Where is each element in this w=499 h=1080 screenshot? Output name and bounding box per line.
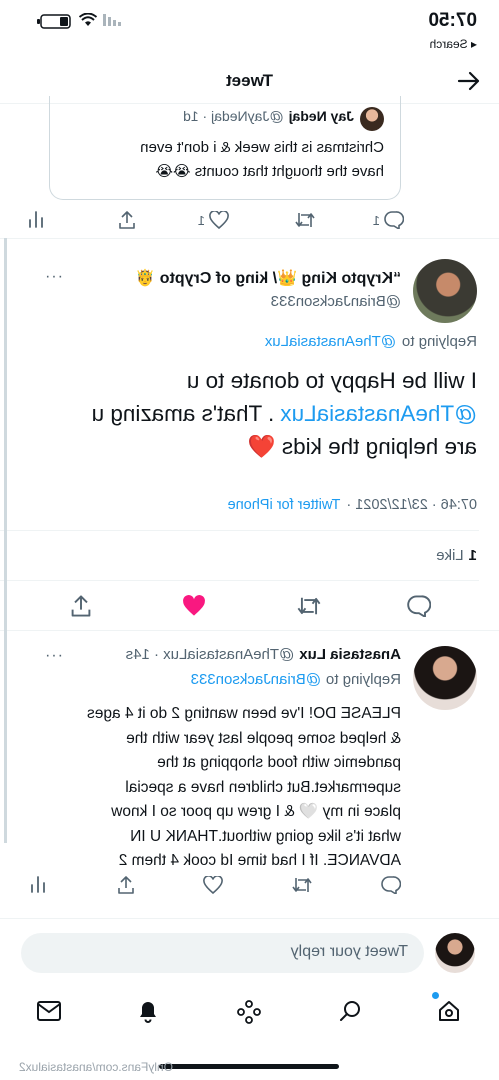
likes-label: Like: [436, 547, 464, 564]
reply-text-line: ADVANCE. If I had time Id cook 4 them 2: [118, 852, 401, 869]
reply-action[interactable]: [381, 876, 401, 894]
reply-count: 1: [372, 212, 380, 228]
reply-icon: [384, 211, 404, 229]
like-action[interactable]: [203, 876, 223, 894]
reply-author-handle: @TheAnastasiaLux · 14s: [125, 646, 295, 663]
reply-text-line: & helped some people last year with the: [126, 729, 401, 747]
retweet-icon: [294, 211, 316, 229]
heart-outline-icon: [209, 211, 229, 229]
like-action-active[interactable]: [182, 595, 206, 617]
retweet-action[interactable]: [296, 595, 322, 617]
avatar: [413, 646, 477, 710]
reply-tweet-text: PLEASE DO! I've been wanting 2 do it 4 a…: [11, 702, 401, 874]
spaces-icon[interactable]: [236, 999, 262, 1025]
battery-icon: [35, 14, 71, 29]
share-action[interactable]: [117, 875, 135, 895]
reply-icon: [381, 876, 401, 894]
reply-action[interactable]: 1: [373, 211, 404, 229]
author-name: “Krypto King 👑/ king of Crypto 🤴: [135, 270, 401, 287]
divider: [0, 630, 499, 631]
tweet-text-line-3: are helping the kids ❤️: [247, 434, 477, 459]
like-action[interactable]: 1: [198, 211, 229, 229]
back-to-search-link[interactable]: ◂ Search: [430, 37, 477, 51]
notifications-bell-icon[interactable]: [136, 998, 160, 1024]
page-title: Tweet: [226, 71, 273, 90]
divider: [0, 530, 479, 531]
divider: [0, 238, 499, 239]
avatar: [413, 259, 477, 323]
tweet-text-line-2: . That's amazing u: [91, 401, 275, 426]
watermark: OnlyFans.com/anastasialux2: [18, 1060, 173, 1074]
reply-text-line: place in my 🤍 & I grew up poor so I know: [111, 803, 401, 820]
reply-icon: [407, 595, 431, 617]
reply-author-name: Anastasia Lux: [299, 646, 401, 663]
avatar: [360, 107, 384, 131]
replying-to-link[interactable]: @TheAnastasiaLux: [265, 333, 396, 350]
more-options-icon[interactable]: ···: [44, 647, 63, 665]
retweet-action[interactable]: [291, 876, 313, 894]
tweet-source-link[interactable]: Twitter for iPhone: [228, 497, 341, 513]
quoted-tweet-text-line-2: have the thought that counts 😭😭: [155, 163, 384, 180]
analytics-icon: [28, 210, 44, 228]
quoted-author-handle: @JayNedaj · 1d: [183, 108, 284, 124]
tweet-mention-link[interactable]: @TheAnastasiaLux: [280, 398, 477, 430]
heart-outline-icon: [203, 876, 223, 894]
author-handle: @BrianJackson333: [270, 293, 401, 310]
quoted-author-name: Jay Nedaj: [288, 108, 354, 124]
unread-dot: [432, 992, 439, 999]
retweet-icon: [291, 876, 313, 894]
tweet-text-line-1: I will be Happy to donate to u: [186, 368, 477, 393]
tweet-timestamp: 07:46 · 23/12/2021 ·: [346, 497, 477, 513]
reply-text-line: PLEASE DO! I've been wanting 2 do it 4 a…: [86, 705, 401, 722]
replying-to-label: Replying to: [325, 671, 401, 688]
avatar: [435, 933, 475, 973]
divider: [0, 580, 479, 581]
heart-filled-icon: [182, 595, 206, 617]
wifi-icon: [79, 13, 97, 27]
reply-action[interactable]: [407, 595, 431, 617]
tweet-screen: 07:50 ◂ Search Tweet Jay Nedaj @JayNedaj…: [0, 0, 499, 1080]
messages-icon[interactable]: [36, 1000, 62, 1022]
likes-count-link[interactable]: 1 Like: [436, 547, 477, 564]
quoted-tweet-text-line-1: Christmas is this week & i don't even: [140, 139, 384, 156]
like-count: 1: [197, 212, 205, 228]
tweet-reply-input[interactable]: Tweet your reply: [21, 933, 424, 973]
retweet-icon: [296, 595, 322, 617]
status-time: 07:50: [428, 10, 477, 31]
analytics-icon: [30, 875, 46, 893]
reply-text-line: what it's like going without.THANK U IN: [130, 827, 401, 845]
more-options-icon[interactable]: ···: [44, 268, 63, 286]
home-icon[interactable]: [437, 999, 461, 1023]
share-icon: [117, 875, 135, 895]
search-icon[interactable]: [338, 999, 362, 1023]
home-indicator: [159, 1064, 339, 1069]
share-icon: [70, 594, 92, 618]
share-action[interactable]: [118, 210, 136, 230]
analytics-action[interactable]: [30, 875, 46, 893]
reply-text-line: pandemic with food shopping at the: [157, 754, 401, 771]
analytics-action[interactable]: [28, 210, 44, 228]
signal-icon: [103, 14, 121, 26]
likes-number: 1: [468, 547, 477, 564]
reply-text-line: supermarket.But children have a special: [125, 778, 401, 796]
replying-to-link[interactable]: @BrianJackson333: [191, 671, 321, 688]
retweet-action[interactable]: [294, 211, 316, 229]
replying-to-label: Replying to: [401, 333, 477, 350]
share-action[interactable]: [70, 594, 92, 618]
share-icon: [118, 210, 136, 230]
divider: [0, 918, 499, 919]
thread-line: [4, 238, 7, 843]
